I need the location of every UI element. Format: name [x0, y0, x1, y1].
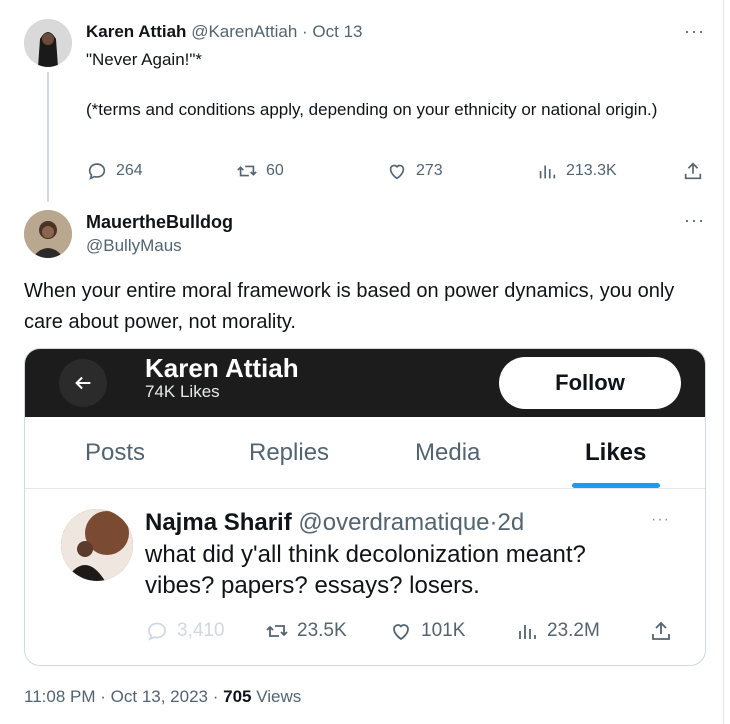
- reply-icon: [88, 163, 106, 180]
- tweet1-share-button[interactable]: [682, 160, 704, 182]
- quoted-like-count: 101K: [421, 620, 466, 641]
- quoted-share-button: [649, 619, 673, 643]
- share-icon: [652, 621, 670, 640]
- tweet1-text-line2: (*terms and conditions apply, depending …: [86, 100, 658, 119]
- tweet1-author-name[interactable]: Karen Attiah: [86, 22, 186, 41]
- follow-button[interactable]: Follow: [499, 357, 681, 409]
- tweet-time[interactable]: 11:08 PM: [24, 687, 96, 706]
- tweet1-text-line1: "Never Again!"*: [86, 50, 203, 69]
- quoted-like-button: 101K: [389, 619, 465, 643]
- tweet1-retweet-button[interactable]: 60: [236, 160, 284, 182]
- tweet1-reply-count: 264: [116, 162, 143, 179]
- quoted-more-icon: ···: [651, 511, 670, 528]
- tweet1-like-button[interactable]: 273: [386, 160, 443, 182]
- thread-connector: [47, 72, 49, 202]
- retweet-icon: [266, 625, 288, 637]
- back-button[interactable]: [59, 359, 107, 407]
- quoted-action-bar: 3,410 23.5K 101K 23.2M: [145, 619, 685, 645]
- profile-tabs: Posts Replies Media Likes: [25, 417, 705, 489]
- tweet2-author-handle[interactable]: @BullyMaus: [86, 236, 182, 256]
- meta-separator-2: ·: [212, 687, 219, 706]
- avatar-najma-sharif[interactable]: [61, 509, 133, 581]
- tweet1-like-count: 273: [416, 162, 443, 179]
- tweet1-text: "Never Again!"* (*terms and conditions a…: [86, 47, 686, 122]
- tweet1-more-icon[interactable]: ···: [684, 22, 705, 40]
- views-count: 705: [223, 687, 252, 706]
- tweet-timestamp-line: 11:08 PM · Oct 13, 2023 · 705 Views: [24, 687, 301, 707]
- quoted-retweet-button: 23.5K: [265, 619, 347, 643]
- views-icon: [539, 165, 556, 179]
- quoted-separator: ·: [489, 509, 498, 536]
- avatar-mauerthebulldog[interactable]: [24, 210, 72, 258]
- tweet1-header: Karen Attiah @KarenAttiah · Oct 13: [86, 22, 363, 42]
- tab-likes[interactable]: Likes: [585, 439, 646, 467]
- quoted-text-line1: what did y'all think decolonization mean…: [145, 541, 586, 568]
- tweet1-separator: ·: [302, 22, 308, 41]
- tweet1-reply-button[interactable]: 264: [86, 160, 143, 182]
- quoted-date: 2d: [497, 509, 525, 536]
- views-icon: [519, 625, 536, 639]
- tweet1-views-button[interactable]: 213.3K: [536, 160, 617, 182]
- quoted-reply-button: 3,410: [145, 619, 225, 643]
- meta-separator-1: ·: [100, 687, 106, 706]
- like-icon: [389, 164, 405, 180]
- retweet-icon: [237, 165, 257, 177]
- tweet2-author-name[interactable]: MauertheBulldog: [86, 212, 233, 233]
- tab-media[interactable]: Media: [415, 439, 480, 467]
- quoted-author-name: Najma Sharif: [145, 509, 292, 536]
- timeline-border: [723, 0, 724, 724]
- quoted-author-handle: @overdramatique: [298, 509, 490, 536]
- back-arrow-icon: [75, 376, 91, 390]
- reply-icon: [148, 622, 166, 641]
- tab-replies[interactable]: Replies: [249, 439, 329, 467]
- tweet-page: Karen Attiah @KarenAttiah · Oct 13 ··· "…: [0, 0, 730, 724]
- quoted-tweet-header: Najma Sharif @overdramatique·2d: [145, 509, 524, 537]
- attached-image[interactable]: Karen Attiah 74K Likes Follow Posts Repl…: [24, 348, 706, 666]
- tweet2-more-icon[interactable]: ···: [684, 211, 705, 229]
- like-icon: [393, 624, 409, 641]
- tab-posts[interactable]: Posts: [85, 439, 145, 467]
- tweet-date[interactable]: Oct 13, 2023: [111, 687, 208, 706]
- avatar-karen-attiah[interactable]: [24, 19, 72, 67]
- quoted-retweet-count: 23.5K: [297, 620, 347, 641]
- share-icon: [684, 162, 702, 180]
- quoted-view-count: 23.2M: [547, 620, 600, 641]
- tweet2-text: When your entire moral framework is base…: [24, 280, 675, 333]
- tweet1-action-bar: 264 60 273 213.3K: [86, 160, 706, 184]
- quoted-tweet-text: what did y'all think decolonization mean…: [145, 539, 665, 601]
- tweet1-view-count: 213.3K: [566, 162, 617, 179]
- profile-likes-count: 74K Likes: [145, 382, 220, 401]
- profile-header-bar: Karen Attiah 74K Likes Follow: [25, 349, 705, 417]
- quoted-reply-count: 3,410: [177, 620, 225, 641]
- quoted-text-line2: vibes? papers? essays? losers.: [145, 572, 480, 599]
- tweet1-date[interactable]: Oct 13: [312, 22, 362, 41]
- active-tab-indicator: [572, 483, 660, 488]
- tweet1-retweet-count: 60: [266, 162, 284, 179]
- quoted-views-button: 23.2M: [515, 619, 600, 643]
- profile-name: Karen Attiah: [145, 353, 299, 383]
- tweet1-author-handle[interactable]: @KarenAttiah: [191, 22, 297, 41]
- views-label: Views: [256, 687, 302, 706]
